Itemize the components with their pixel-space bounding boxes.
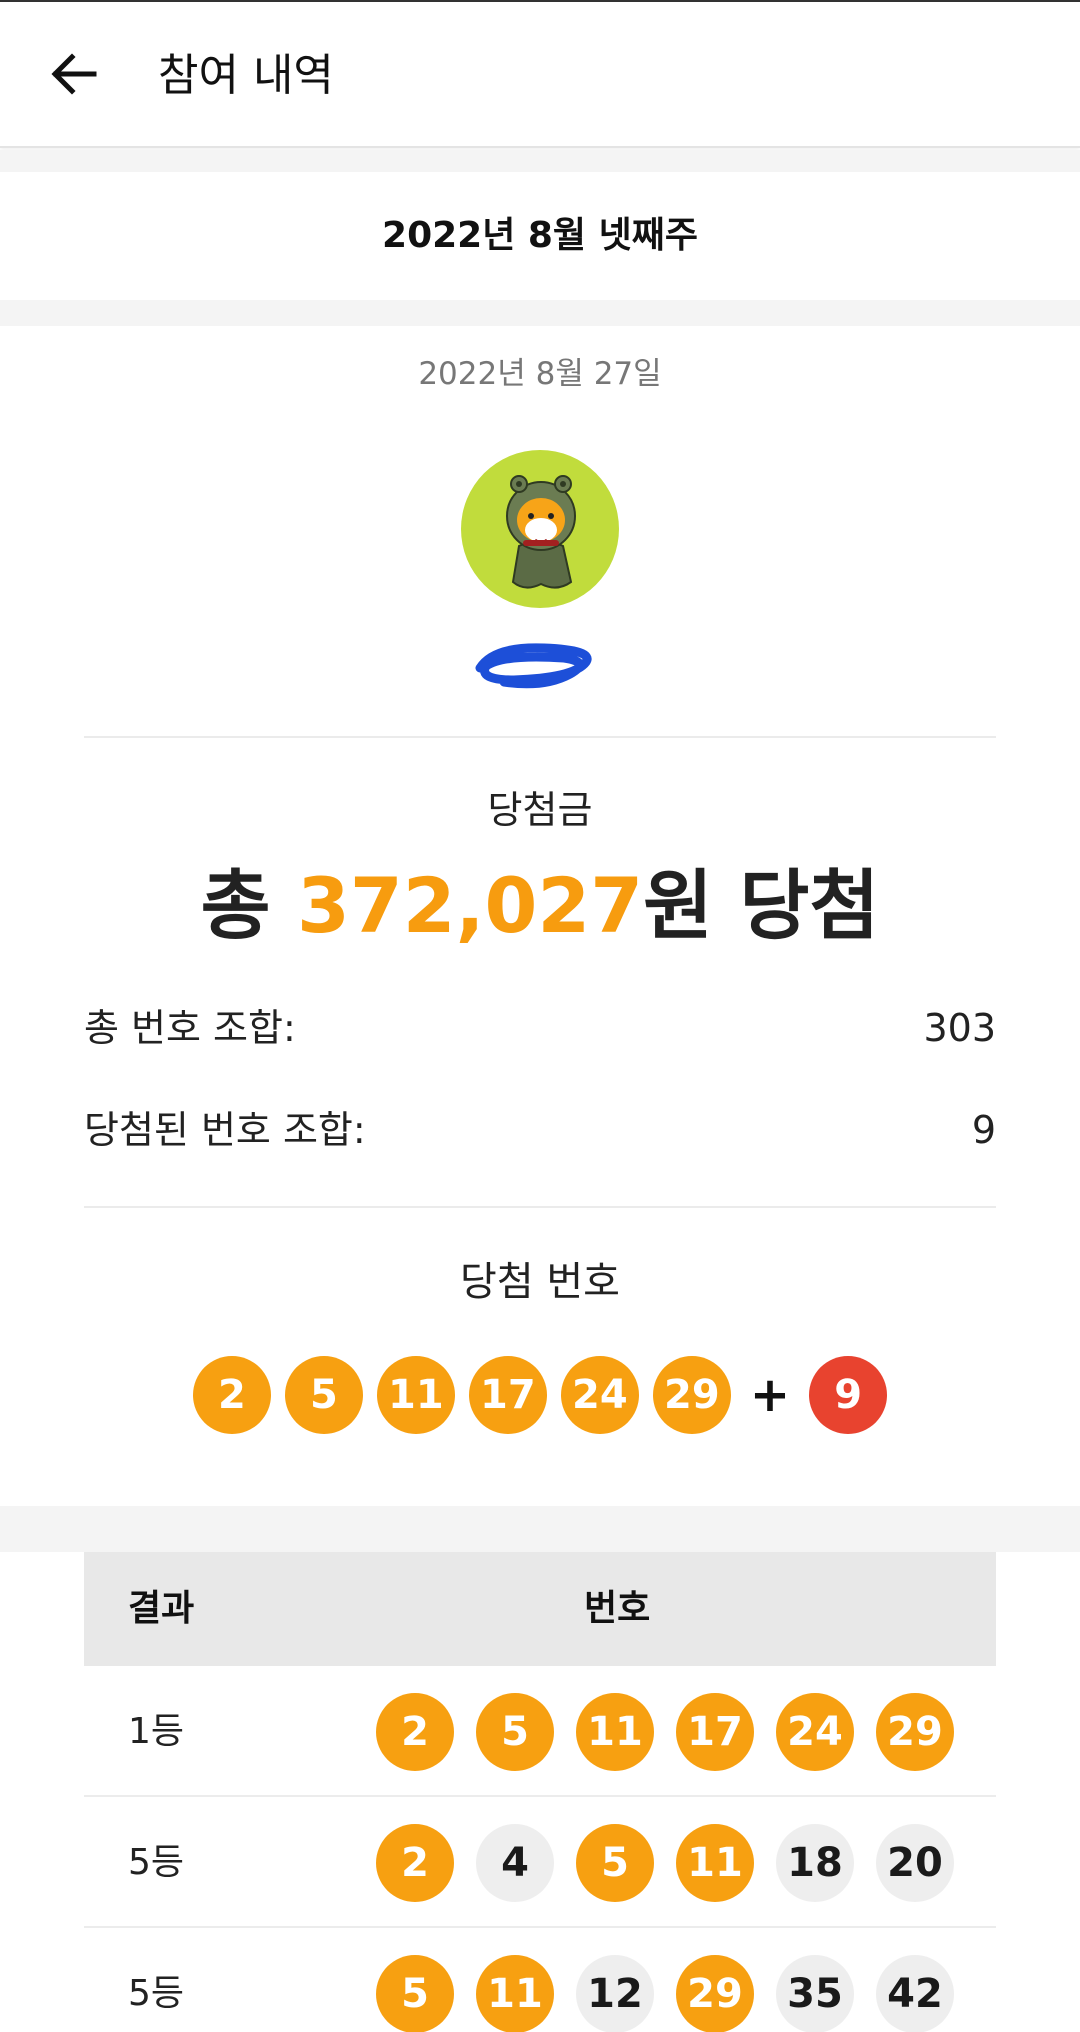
prize-suffix: 원 당첨 (643, 861, 880, 950)
unmatched-number-ball: 4 (476, 1824, 554, 1902)
column-header-result: 결과 (128, 1588, 195, 1629)
week-title: 2022년 8월 넷째주 (382, 215, 698, 256)
unmatched-number-ball: 35 (776, 1955, 854, 2032)
unmatched-number-ball: 18 (776, 1824, 854, 1902)
stat-value: 9 (971, 1108, 996, 1152)
row-rank: 5등 (128, 1973, 185, 2014)
winning-ball: 5 (284, 1356, 363, 1434)
matched-number-ball: 11 (676, 1824, 754, 1902)
matched-number-ball: 5 (476, 1693, 554, 1771)
stat-won-combinations: 당첨된 번호 조합: 9 (84, 1104, 996, 1156)
matched-number-ball: 2 (376, 1824, 454, 1902)
table-header: 결과 번호 (84, 1552, 996, 1666)
section-gap (0, 300, 1080, 326)
winning-ball: 17 (468, 1356, 547, 1434)
winning-ball: 2 (192, 1356, 271, 1434)
winning-numbers-row: 2 5 11 17 24 29 + 9 (0, 1356, 1080, 1434)
stat-value: 303 (923, 1006, 996, 1050)
winning-numbers-label: 당첨 번호 (460, 1259, 620, 1305)
draw-date: 2022년 8월 27일 (418, 356, 662, 392)
bonus-ball: 9 (809, 1356, 888, 1434)
unmatched-number-ball: 42 (876, 1955, 954, 2032)
row-numbers: 2 5 11 17 24 29 (376, 1693, 976, 1771)
divider (84, 736, 996, 738)
prize-total: 총 372,027원 당첨 (0, 858, 1080, 954)
matched-number-ball: 11 (576, 1693, 654, 1771)
unmatched-number-ball: 12 (576, 1955, 654, 2032)
table-row[interactable]: 5등 5 11 12 29 35 42 (84, 1928, 996, 2032)
matched-number-ball: 24 (776, 1693, 854, 1771)
results-table: 결과 번호 1등 2 5 11 17 24 29 5등 2 4 5 11 18 20 5등 5 11 12 29 35… (84, 1552, 996, 2032)
section-gap (0, 150, 1080, 172)
matched-number-ball: 29 (876, 1693, 954, 1771)
winning-ball: 11 (376, 1356, 455, 1434)
matched-number-ball: 29 (676, 1955, 754, 2032)
prize-amount: 372,027 (297, 861, 644, 950)
row-numbers: 5 11 12 29 35 42 (376, 1955, 976, 2032)
matched-number-ball: 2 (376, 1693, 454, 1771)
week-card: 2022년 8월 넷째주 (0, 172, 1080, 300)
matched-number-ball: 5 (376, 1955, 454, 2032)
page-title: 참여 내역 (158, 50, 334, 101)
table-row[interactable]: 1등 2 5 11 17 24 29 (84, 1666, 996, 1797)
row-numbers: 2 4 5 11 18 20 (376, 1824, 976, 1902)
frog-hamster-avatar-icon (506, 475, 576, 589)
stat-total-combinations: 총 번호 조합: 303 (84, 1002, 996, 1054)
plus-sign: + (749, 1367, 791, 1423)
arrow-left-icon (51, 53, 97, 95)
matched-number-ball: 5 (576, 1824, 654, 1902)
section-gap (0, 1506, 1080, 1552)
row-rank: 5등 (128, 1842, 185, 1883)
stat-label: 당첨된 번호 조합: (84, 1108, 366, 1152)
avatar (461, 450, 619, 608)
matched-number-ball: 17 (676, 1693, 754, 1771)
row-rank: 1등 (128, 1711, 185, 1752)
back-button[interactable] (44, 44, 104, 104)
app-bar: 참여 내역 (0, 2, 1080, 148)
column-header-numbers: 번호 (584, 1588, 651, 1629)
prize-label: 당첨금 (487, 788, 593, 832)
stat-label: 총 번호 조합: (84, 1006, 296, 1050)
winning-ball: 29 (652, 1356, 731, 1434)
winning-ball: 24 (560, 1356, 639, 1434)
matched-number-ball: 11 (476, 1955, 554, 2032)
table-row[interactable]: 5등 2 4 5 11 18 20 (84, 1797, 996, 1928)
divider (84, 1206, 996, 1208)
prize-prefix: 총 (200, 861, 271, 950)
unmatched-number-ball: 20 (876, 1824, 954, 1902)
redacted-name-scribble (475, 643, 592, 689)
